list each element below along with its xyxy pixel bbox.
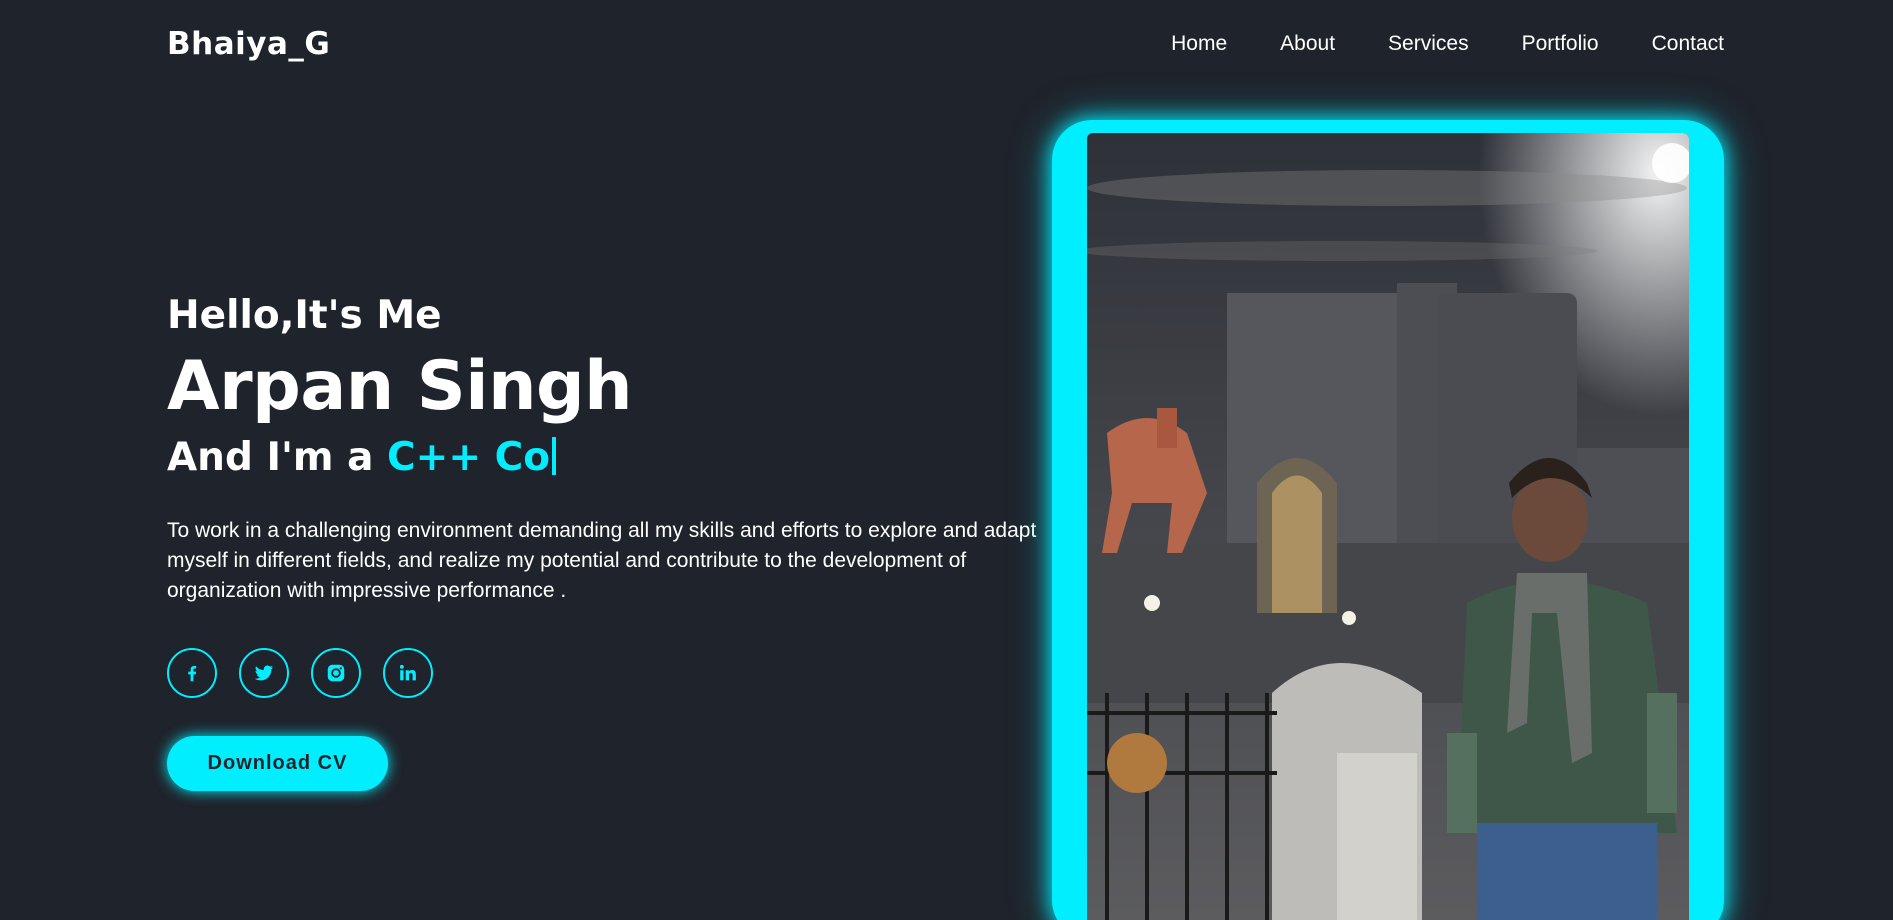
nav-contact[interactable]: Contact <box>1652 32 1724 56</box>
instagram-icon <box>327 664 345 682</box>
social-links <box>167 648 1047 698</box>
profile-photo-frame <box>1052 120 1724 920</box>
linkedin-icon <box>399 664 416 681</box>
nav-services[interactable]: Services <box>1388 32 1469 56</box>
profile-photo <box>1087 133 1689 920</box>
facebook-link[interactable] <box>167 648 217 698</box>
role-typed-text: C++ Co <box>387 435 550 480</box>
linkedin-link[interactable] <box>383 648 433 698</box>
role-prefix: And I'm a <box>167 435 388 480</box>
description: To work in a challenging environment dem… <box>167 519 1037 602</box>
home-content: Hello,It's Me Arpan Singh And I'm a C++ … <box>167 288 1047 791</box>
instagram-link[interactable] <box>311 648 361 698</box>
logo[interactable]: Bhaiya_G <box>167 26 330 62</box>
facebook-icon <box>188 665 197 682</box>
header: Bhaiya_G Home About Services Portfolio C… <box>0 0 1893 92</box>
greeting: Hello,It's Me <box>167 293 442 338</box>
download-cv-button[interactable]: Download CV <box>167 736 388 791</box>
nav-portfolio[interactable]: Portfolio <box>1522 32 1599 56</box>
nav-home[interactable]: Home <box>1171 32 1227 56</box>
person-name: Arpan Singh <box>167 347 633 426</box>
profile-photo-illustration <box>1087 133 1689 920</box>
typing-cursor <box>552 437 556 475</box>
nav-about[interactable]: About <box>1280 32 1335 56</box>
role-line: And I'm a C++ Co <box>167 430 1047 486</box>
twitter-icon <box>254 665 274 681</box>
main-nav: Home About Services Portfolio Contact <box>1171 32 1724 56</box>
twitter-link[interactable] <box>239 648 289 698</box>
